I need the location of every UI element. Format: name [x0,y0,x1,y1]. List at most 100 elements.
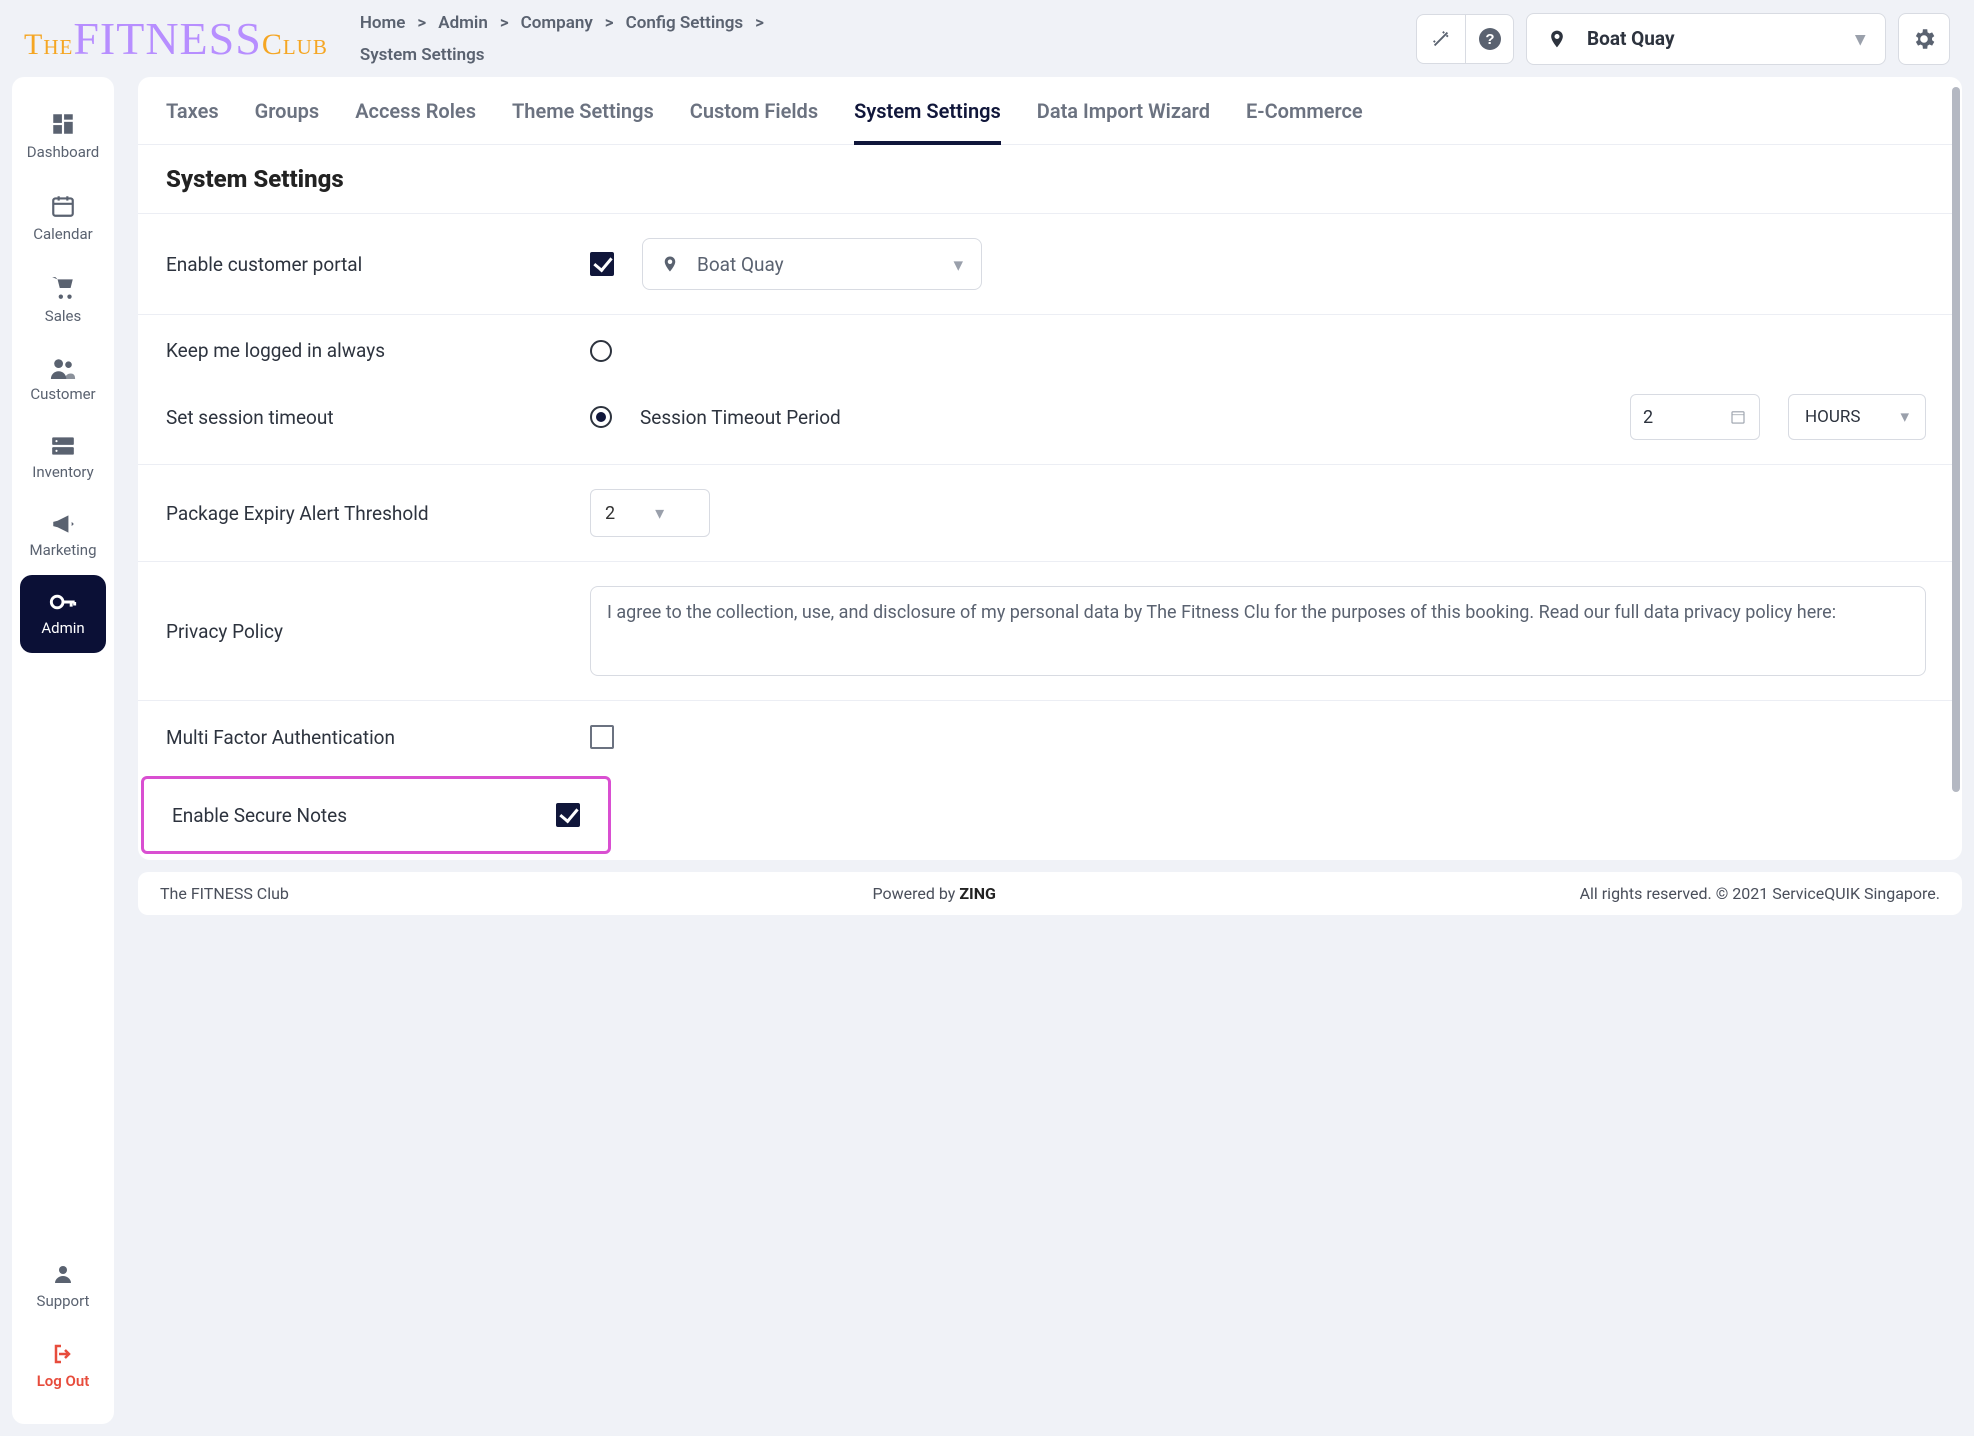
breadcrumb-line2: System Settings [360,45,1384,65]
sidebar-item-label: Sales [45,307,81,325]
footer-powered-by: Powered by ZING [289,884,1580,903]
logo-fitness: FITNESS [73,13,261,64]
setting-mfa: Multi Factor Authentication [138,700,1954,773]
gear-icon [1911,26,1937,52]
chevron-right-icon: > [755,13,764,33]
sidebar-item-dashboard[interactable]: Dashboard [12,95,114,177]
chevron-right-icon: > [605,13,614,33]
scrollbar[interactable] [1952,87,1960,792]
tab-system-settings[interactable]: System Settings [854,99,1001,145]
breadcrumb-home[interactable]: Home [360,13,406,33]
location-value: Boat Quay [1587,27,1675,50]
breadcrumb-system-settings[interactable]: System Settings [360,45,485,65]
footer-right: All rights reserved. © 2021 ServiceQUIK … [1580,884,1940,903]
sidebar-item-sales[interactable]: Sales [12,259,114,341]
chevron-down-icon: ▾ [1900,407,1909,427]
mfa-checkbox[interactable] [590,725,614,749]
customer-portal-checkbox[interactable] [590,252,614,276]
sidebar-item-inventory[interactable]: Inventory [12,419,114,497]
sidebar-item-label: Calendar [33,225,93,243]
setting-package-expiry: Package Expiry Alert Threshold 2 ▾ [138,464,1954,561]
breadcrumb-company[interactable]: Company [521,13,593,33]
location-select-value: Boat Quay [697,253,784,276]
sidebar-item-label: Support [37,1292,90,1310]
tab-access-roles[interactable]: Access Roles [355,99,476,144]
package-expiry-value: 2 [605,503,615,524]
sidebar-item-logout[interactable]: Log Out [12,1326,114,1406]
package-expiry-select[interactable]: 2 ▾ [590,489,710,537]
footer-left: The FITNESS Club [160,884,289,903]
chevron-down-icon: ▾ [655,503,664,524]
chevron-down-icon: ▾ [1855,27,1865,50]
secure-notes-checkbox[interactable] [556,803,580,827]
svg-text:?: ? [1485,31,1494,48]
tab-data-import-wizard[interactable]: Data Import Wizard [1037,99,1210,144]
breadcrumb-config-settings[interactable]: Config Settings [626,13,744,33]
page-title: System Settings [138,145,1954,213]
setting-privacy-policy: Privacy Policy I agree to the collection… [138,561,1954,700]
dashboard-icon [50,111,76,137]
sidebar-item-label: Log Out [37,1372,90,1390]
calendar-small-icon [1729,408,1747,426]
location-dropdown[interactable]: Boat Quay ▾ [1526,13,1886,65]
setting-label: Package Expiry Alert Threshold [166,502,566,525]
customer-portal-location-select[interactable]: Boat Quay ▾ [642,238,982,290]
footer: The FITNESS Club Powered by ZING All rig… [138,872,1962,915]
sidebar-item-admin[interactable]: Admin [20,575,106,653]
session-timeout-value-input[interactable]: 2 [1630,394,1760,440]
logo-the: The [24,28,73,61]
tab-theme-settings[interactable]: Theme Settings [512,99,654,144]
sidebar-item-label: Marketing [29,541,96,559]
session-timeout-unit: HOURS [1805,407,1860,427]
setting-label: Keep me logged in always [166,339,566,362]
setting-label: Enable customer portal [166,253,566,276]
magic-wand-icon[interactable] [1417,15,1465,63]
settings-gear-button[interactable] [1898,13,1950,65]
chevron-right-icon: > [500,13,509,33]
session-timeout-radio[interactable] [590,406,612,428]
calendar-icon [50,193,76,219]
chevron-down-icon: ▾ [953,253,963,276]
tab-taxes[interactable]: Taxes [166,99,219,144]
setting-keep-logged-in: Keep me logged in always [138,314,1954,386]
setting-secure-notes: Enable Secure Notes [141,776,611,854]
key-icon [49,591,77,613]
setting-label: Enable Secure Notes [172,804,532,827]
setting-label: Privacy Policy [166,620,566,643]
breadcrumb-admin[interactable]: Admin [438,13,488,33]
sidebar-item-calendar[interactable]: Calendar [12,177,114,259]
main-panel: Taxes Groups Access Roles Theme Settings… [138,77,1962,860]
megaphone-icon [50,513,76,535]
help-icon[interactable]: ? [1465,15,1513,63]
setting-session-timeout: Set session timeout Session Timeout Peri… [138,386,1954,464]
setting-label: Set session timeout [166,406,566,429]
tab-groups[interactable]: Groups [255,99,320,144]
logo-club: Club [262,28,328,61]
logo: TheFITNESSClub [24,12,328,65]
tab-ecommerce[interactable]: E-Commerce [1246,99,1363,144]
session-timeout-value: 2 [1643,407,1653,428]
privacy-policy-textarea[interactable]: I agree to the collection, use, and disc… [590,586,1926,676]
sidebar-item-label: Admin [41,619,84,637]
breadcrumb: Home > Admin > Company > Config Settings… [360,13,1384,33]
tab-custom-fields[interactable]: Custom Fields [690,99,818,144]
cart-icon [50,275,76,301]
sidebar-item-customer[interactable]: Customer [12,341,114,419]
session-timeout-unit-select[interactable]: HOURS ▾ [1788,394,1926,440]
keep-logged-in-radio[interactable] [590,340,612,362]
map-pin-icon [1547,27,1567,51]
users-icon [49,357,77,379]
setting-label: Multi Factor Authentication [166,726,566,749]
server-icon [50,435,76,457]
sidebar-item-label: Dashboard [27,143,100,161]
header-icon-group: ? [1416,14,1514,64]
session-timeout-period-label: Session Timeout Period [640,406,841,429]
logout-icon [51,1342,75,1366]
chevron-right-icon: > [417,13,426,33]
header: TheFITNESSClub Home > Admin > Company > … [0,0,1974,77]
sidebar: Dashboard Calendar Sales Customer Invent… [12,77,114,1424]
settings-tabs: Taxes Groups Access Roles Theme Settings… [138,77,1954,145]
sidebar-item-support[interactable]: Support [12,1246,114,1326]
map-pin-icon [661,253,679,275]
sidebar-item-marketing[interactable]: Marketing [12,497,114,575]
